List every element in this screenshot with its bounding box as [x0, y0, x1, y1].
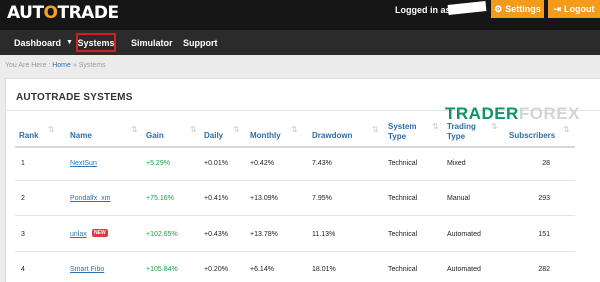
cell-monthly: +13.09%	[250, 195, 278, 202]
cell-daily: +0.01%	[204, 160, 228, 167]
sort-icon[interactable]: ⇅	[491, 122, 498, 132]
breadcrumb: You Are Here : Home » Systems	[5, 62, 106, 69]
col-header-monthly[interactable]: Monthly ⇅	[250, 125, 298, 141]
cell-monthly: +13.78%	[250, 231, 278, 238]
traderforex-watermark: TRADERFOREX	[445, 104, 580, 123]
row-divider	[15, 251, 575, 252]
col-header-gain[interactable]: Gain ⇅	[146, 125, 197, 141]
sort-icon[interactable]: ⇅	[291, 125, 298, 135]
system-name-link[interactable]: Smart Fibo	[70, 265, 104, 274]
cell-drawdown: 7.95%	[312, 195, 332, 202]
nav-support[interactable]: Support	[183, 30, 218, 55]
logout-label: Logout	[564, 4, 595, 14]
breadcrumb-separator: »	[72, 62, 77, 69]
nav-systems[interactable]: Systems	[76, 33, 116, 52]
redacted-username	[447, 1, 487, 15]
cell-trading-type: Automated	[447, 266, 481, 273]
breadcrumb-current: Systems	[78, 62, 106, 69]
cell-trading-type: Mixed	[447, 160, 466, 167]
cell-gain: +5.29%	[146, 160, 170, 167]
row-divider	[15, 180, 575, 181]
sort-icon[interactable]: ⇅	[432, 122, 439, 132]
cell-monthly: +6.14%	[250, 266, 274, 273]
breadcrumb-home-link[interactable]: Home	[52, 62, 71, 69]
cell-subscribers: 28	[542, 160, 550, 167]
cell-system-type: Technical	[388, 266, 418, 273]
col-header-drawdown[interactable]: Drawdown ⇅	[312, 125, 379, 141]
cell-rank: 2	[21, 195, 25, 202]
login-status-text: Logged in as	[395, 5, 451, 15]
cell-rank: 3	[21, 231, 25, 238]
cell-rank: 4	[21, 266, 25, 273]
cell-drawdown: 11.13%	[312, 231, 336, 238]
main-nav: Dashboard ▼ Systems Simulator Support	[0, 30, 600, 55]
settings-label: Settings	[505, 4, 541, 14]
cell-rank: 1	[21, 160, 25, 167]
new-badge: NEW	[92, 229, 108, 237]
sort-icon[interactable]: ⇅	[563, 125, 570, 135]
panel-title: AUTOTRADE SYSTEMS	[16, 92, 133, 103]
logout-button[interactable]: ⇥ Logout	[548, 0, 600, 18]
sort-icon[interactable]: ⇅	[190, 125, 197, 135]
sort-icon[interactable]: ⇅	[48, 125, 55, 135]
nav-dashboard[interactable]: Dashboard ▼	[14, 30, 73, 55]
cell-drawdown: 7.43%	[312, 160, 332, 167]
cell-drawdown: 18.01%	[312, 266, 336, 273]
col-header-rank[interactable]: Rank ⇅	[19, 125, 55, 141]
sort-icon[interactable]: ⇅	[131, 125, 138, 135]
cell-gain: +105.84%	[146, 266, 178, 273]
cell-daily: +0.41%	[204, 195, 228, 202]
logout-icon: ⇥	[553, 3, 562, 14]
cell-daily: +0.43%	[204, 231, 228, 238]
row-divider	[15, 215, 575, 216]
gear-icon: ⚙	[494, 3, 503, 14]
cell-system-type: Technical	[388, 231, 418, 238]
sort-icon[interactable]: ⇅	[372, 125, 379, 135]
table-header-divider	[15, 146, 575, 148]
col-header-trading-type[interactable]: Trading Type ⇅	[447, 122, 498, 142]
col-header-daily[interactable]: Daily ⇅	[204, 125, 240, 141]
top-bar: AUTOTRADE Logged in as ⚙ Settings ⇥ Logo…	[0, 0, 600, 30]
cell-subscribers: 151	[538, 231, 550, 238]
cell-system-type: Technical	[388, 195, 418, 202]
cell-gain: +102.65%	[146, 231, 178, 238]
cell-trading-type: Automated	[447, 231, 481, 238]
cell-daily: +0.20%	[204, 266, 228, 273]
system-name-link[interactable]: Pondalfx_xm	[70, 194, 110, 203]
col-header-name[interactable]: Name ⇅	[70, 125, 138, 141]
chevron-down-icon: ▼	[66, 39, 73, 46]
cell-system-type: Technical	[388, 160, 418, 167]
system-name-link[interactable]: NextSun	[70, 159, 97, 168]
breadcrumb-prefix: You Are Here :	[5, 62, 51, 69]
cell-monthly: +0.42%	[250, 160, 274, 167]
settings-button[interactable]: ⚙ Settings	[491, 0, 544, 18]
col-header-system-type[interactable]: System Type ⇅	[388, 122, 439, 142]
system-name-link[interactable]: unlax	[70, 230, 87, 239]
sort-icon[interactable]: ⇅	[233, 125, 240, 135]
autotrade-logo[interactable]: AUTOTRADE	[7, 3, 119, 23]
col-header-subscribers[interactable]: Subscribers ⇅	[509, 125, 570, 141]
cell-gain: +75.16%	[146, 195, 174, 202]
nav-simulator[interactable]: Simulator	[131, 30, 173, 55]
cell-subscribers: 293	[538, 195, 550, 202]
cell-subscribers: 282	[538, 266, 550, 273]
cell-trading-type: Manual	[447, 195, 470, 202]
